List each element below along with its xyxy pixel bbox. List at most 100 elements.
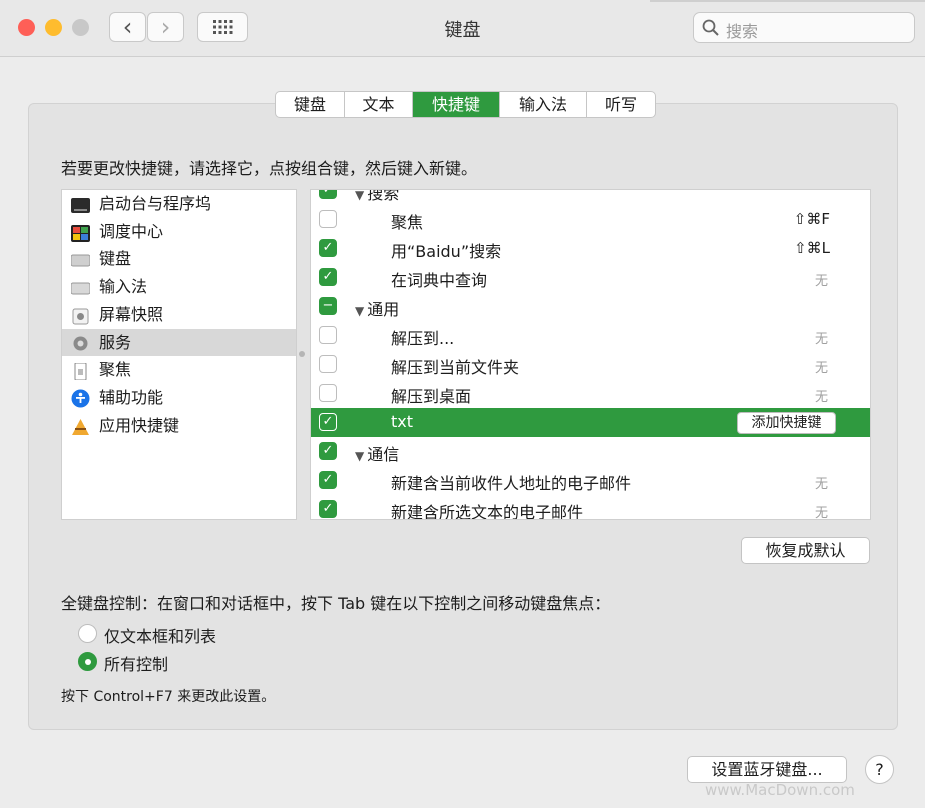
accessibility-icon [71,389,90,408]
category-item[interactable]: 键盘 [62,245,296,272]
shortcut-group-row[interactable]: ✓ ▼ 搜索 [311,189,870,205]
tab-dictation[interactable]: 听写 [586,92,655,117]
shortcut-label: 解压到桌面 [391,387,472,406]
back-button[interactable]: ‹ [109,12,146,42]
checkbox[interactable]: ✓ [319,268,337,286]
shortcut-group-row[interactable]: − ▼ 通用 [311,292,870,321]
add-shortcut-button[interactable]: 添加快捷键 [737,412,836,434]
category-label: 输入法 [99,277,148,297]
help-button[interactable]: ? [865,755,894,784]
category-label: 屏幕快照 [99,304,164,324]
category-label: 聚焦 [99,360,132,380]
shortcut-keys[interactable]: 无 [815,328,828,347]
group-label: 通用 [367,300,400,319]
disclosure-triangle-icon[interactable]: ▼ [355,304,364,318]
checkbox[interactable] [319,384,337,402]
tab-input-sources[interactable]: 输入法 [499,92,586,117]
watermark: www.MacDown.com [705,781,855,799]
setup-bluetooth-keyboard-button[interactable]: 设置蓝牙键盘... [687,756,847,783]
checkbox[interactable]: ✓ [319,471,337,489]
category-item[interactable]: 服务 [62,328,296,356]
category-item[interactable]: 屏幕快照 [62,301,296,328]
shortcut-row[interactable]: ✓ 在词典中查询 无 [311,263,870,292]
tab-shortcuts[interactable]: 快捷键 [412,92,499,117]
search-field[interactable]: 搜索 [693,12,915,43]
checkbox[interactable]: ✓ [319,413,337,431]
zoom-window-button[interactable] [72,19,89,36]
shortcut-label: 聚焦 [391,213,424,232]
shortcut-label: 解压到... [391,329,455,348]
tab-keyboard[interactable]: 键盘 [276,92,344,117]
category-list: 启动台与程序坞调度中心键盘输入法屏幕快照服务聚焦辅助功能应用快捷键 [61,189,297,520]
checkbox[interactable]: ✓ [319,442,337,460]
shortcut-row[interactable]: ✓ txt 添加快捷键 [311,408,870,437]
shortcut-row[interactable]: ✓ 新建含所选文本的电子邮件 无 [311,495,870,520]
category-item[interactable]: 聚焦 [62,356,296,383]
shortcut-keys[interactable]: 无 [815,357,828,376]
shortcut-keys[interactable]: 无 [815,386,828,405]
chevron-right-icon: › [160,13,171,41]
shortcut-row[interactable]: 解压到桌面 无 [311,379,870,408]
shortcut-label: txt [391,412,414,431]
radio-all-controls-label: 所有控制 [104,655,169,674]
shortcut-label: 新建含所选文本的电子邮件 [391,503,584,520]
input-source-icon [70,278,91,295]
minimize-window-button[interactable] [45,19,62,36]
category-item[interactable]: 辅助功能 [62,384,296,411]
checkbox[interactable] [319,326,337,344]
top-border-line [650,0,925,2]
category-item[interactable]: 输入法 [62,273,296,300]
launchpad-dock-icon [71,195,90,213]
tab-bar: 键盘 文本 快捷键 输入法 听写 [275,91,656,118]
group-label: 搜索 [367,189,400,203]
shortcut-row[interactable]: 解压到当前文件夹 无 [311,350,870,379]
search-placeholder: 搜索 [726,22,759,41]
chevron-left-icon: ‹ [122,13,133,41]
radio-text-boxes-only[interactable] [78,624,97,643]
radio-all-controls[interactable] [78,652,97,671]
shortcut-keys[interactable]: 无 [815,502,828,519]
group-header: ▼ 通用 [355,296,399,320]
disclosure-triangle-icon[interactable]: ▼ [355,449,364,463]
shortcut-keys[interactable]: ⇧⌘F [794,210,830,228]
tab-text[interactable]: 文本 [344,92,412,117]
shortcut-label: 在词典中查询 [391,271,488,290]
category-item[interactable]: 应用快捷键 [62,412,296,439]
instruction-text: 若要更改快捷键，请选择它，点按组合键，然后键入新键。 [61,159,478,178]
grid-icon [212,20,232,34]
checkbox[interactable]: ✓ [319,239,337,257]
shortcut-keys[interactable]: 无 [815,473,828,492]
restore-defaults-button[interactable]: 恢复成默认 [741,537,870,564]
shortcut-row[interactable]: 解压到... 无 [311,321,870,350]
disclosure-triangle-icon[interactable]: ▼ [355,190,364,202]
checkbox[interactable] [319,355,337,373]
search-icon [702,19,719,36]
group-header: ▼ 搜索 [355,189,400,204]
split-view-handle[interactable] [299,351,305,357]
shortcut-keys[interactable]: ⇧⌘L [794,239,830,257]
category-item[interactable]: 调度中心 [62,218,296,245]
category-label: 调度中心 [99,221,164,241]
group-header: ▼ 通信 [355,441,399,465]
shortcut-row[interactable]: ✓ 用“Baidu”搜索 ⇧⌘L [311,234,870,263]
category-label: 服务 [99,332,132,352]
shortcut-row[interactable]: 聚焦 ⇧⌘F [311,205,870,234]
shortcut-group-row[interactable]: ✓ ▼ 通信 [311,437,870,466]
category-item[interactable]: 启动台与程序坞 [62,190,296,217]
checkbox[interactable]: − [319,297,337,315]
screenshot-icon [71,306,90,325]
forward-button[interactable]: › [147,12,184,42]
checkbox[interactable]: ✓ [319,190,337,199]
category-label: 键盘 [99,249,132,269]
close-window-button[interactable] [18,19,35,36]
shortcut-label: 用“Baidu”搜索 [391,242,502,261]
group-label: 通信 [367,445,400,464]
show-all-button[interactable] [197,12,248,42]
shortcut-row[interactable]: ✓ 新建含当前收件人地址的电子邮件 无 [311,466,870,495]
shortcut-list: ✓ ▼ 搜索 聚焦 ⇧⌘F ✓ 用“Baidu”搜索 ⇧⌘L ✓ 在词典中查询无 − ▼ 通用 解压到..… [310,189,871,520]
shortcut-keys[interactable]: 无 [815,270,828,289]
category-label: 辅助功能 [99,387,164,407]
checkbox[interactable]: ✓ [319,500,337,518]
checkbox[interactable] [319,210,337,228]
radio-text-boxes-only-label: 仅文本框和列表 [104,627,217,646]
